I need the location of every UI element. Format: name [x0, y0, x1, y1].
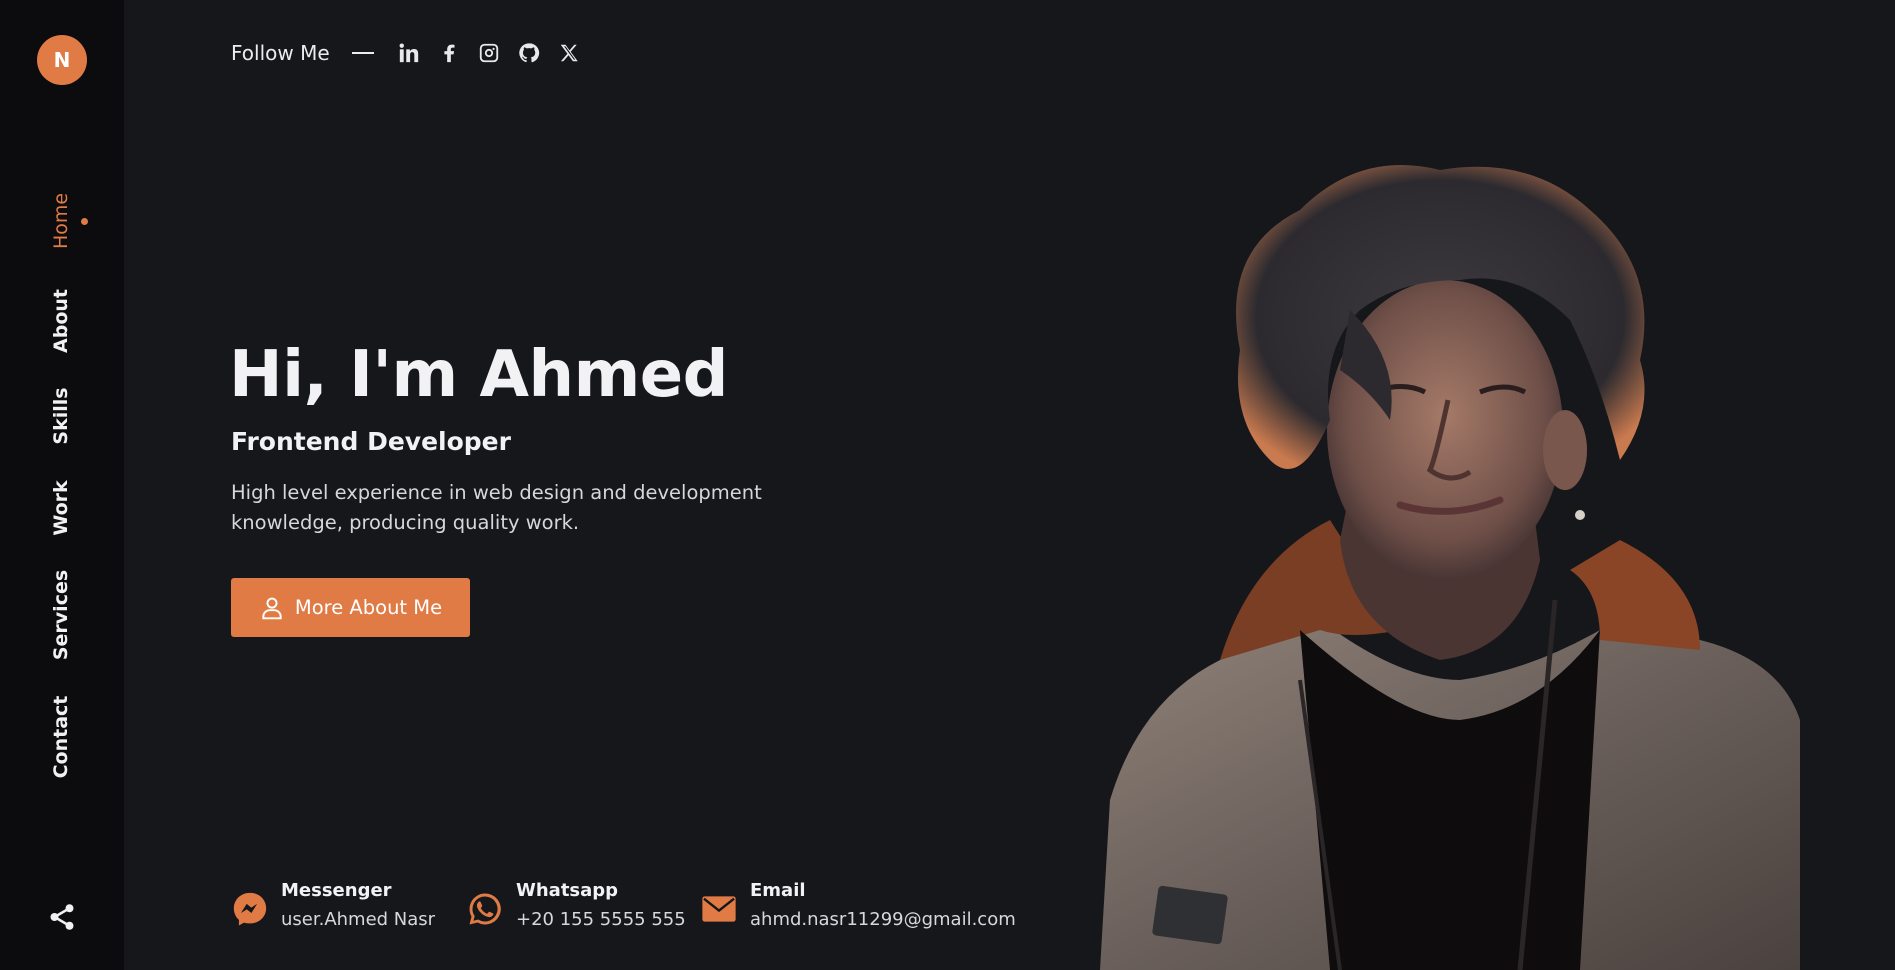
hero-description: High level experience in web design and … [231, 481, 762, 534]
profile-portrait [1100, 165, 1800, 970]
contact-value: +20 155 5555 555 [516, 909, 686, 930]
social-links [396, 40, 582, 66]
more-about-me-label: More About Me [294, 596, 443, 619]
more-about-me-button[interactable]: More About Me [231, 578, 470, 637]
user-icon [262, 597, 282, 619]
contact-messenger[interactable]: Messenger user.Ahmed Nasr [231, 880, 435, 931]
contact-value: user.Ahmed Nasr [281, 909, 436, 930]
contact-email[interactable]: Email ahmd.nasr11299@gmail.com [700, 880, 1016, 931]
contact-title: Messenger [281, 880, 392, 901]
follow-bar: Follow Me [231, 40, 582, 66]
contact-whatsapp[interactable]: Whatsapp +20 155 5555 555 [466, 880, 686, 931]
nav-skills[interactable]: Skills [50, 387, 72, 444]
follow-label: Follow Me [231, 41, 330, 65]
hero-title: Hi, I'm Ahmed [229, 338, 728, 412]
sidebar: N Home About Skills Work Services Contac… [0, 0, 124, 970]
share-icon[interactable] [47, 902, 77, 932]
linkedin-icon[interactable] [396, 40, 422, 66]
x-icon[interactable] [556, 40, 582, 66]
contact-title: Whatsapp [516, 880, 619, 901]
logo[interactable]: N [37, 35, 87, 85]
active-indicator-dot [81, 218, 88, 225]
nav-contact[interactable]: Contact [50, 696, 72, 779]
email-icon [702, 896, 736, 922]
messenger-icon [233, 892, 267, 926]
contact-value: ahmd.nasr11299@gmail.com [750, 909, 1016, 930]
nav-services[interactable]: Services [50, 570, 72, 660]
hero-role: Frontend Developer [231, 427, 511, 456]
follow-divider [351, 52, 374, 54]
nav-about[interactable]: About [50, 289, 72, 353]
nav-home[interactable]: Home [50, 193, 72, 249]
instagram-icon[interactable] [476, 40, 502, 66]
contact-title: Email [750, 880, 806, 901]
facebook-icon[interactable] [436, 40, 462, 66]
github-icon[interactable] [516, 40, 542, 66]
whatsapp-icon [469, 893, 501, 925]
nav-work[interactable]: Work [50, 480, 72, 535]
